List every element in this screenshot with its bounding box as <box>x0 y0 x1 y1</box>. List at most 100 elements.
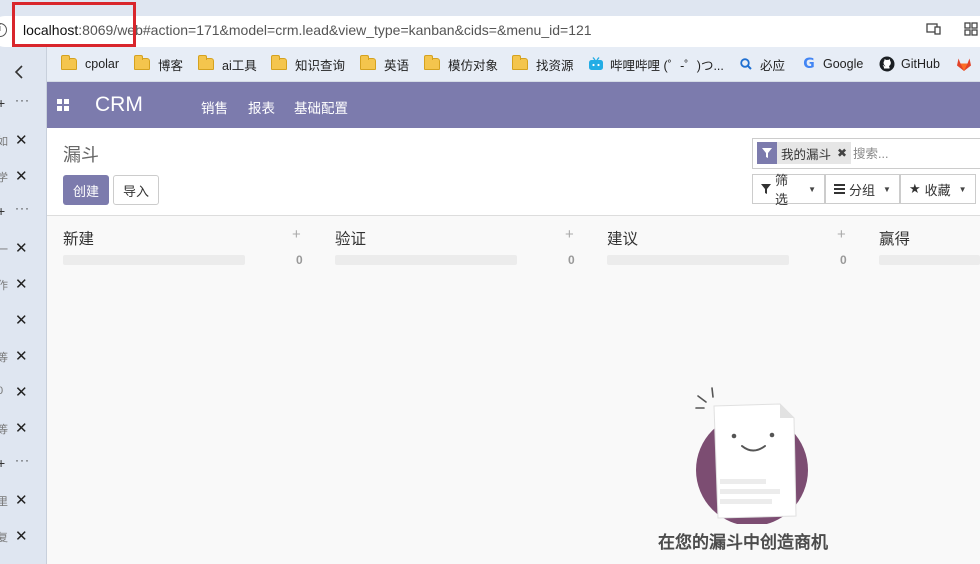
bookmark-blog[interactable]: 博客 <box>134 55 183 73</box>
sidebar-new-tab-row[interactable]: + ··· <box>0 93 46 115</box>
kanban-column-title[interactable]: 新建 <box>63 227 94 249</box>
sidebar-new-tab-row[interactable]: + ··· <box>0 453 46 475</box>
folder-icon <box>61 55 77 70</box>
breadcrumb-title: 漏斗 <box>63 145 99 165</box>
sidebar-tab-row[interactable]: 如 ✕ <box>0 131 46 151</box>
extensions-icon[interactable] <box>963 22 979 39</box>
url-path: :8069/web#action=171&model=crm.lead&view… <box>78 22 592 38</box>
sidebar-tab-label: 复 <box>0 532 8 544</box>
sidebar-tab-row[interactable]: 等 ✕ <box>0 347 46 367</box>
filter-icon <box>761 182 771 197</box>
highlight-box <box>12 2 136 47</box>
sidebar-tab-label: 作 <box>0 280 8 292</box>
create-button[interactable]: 创建 <box>63 175 109 205</box>
kanban-column-count: 0 <box>296 253 303 267</box>
sidebar-tab-label: + <box>0 455 6 471</box>
bookmark-ai-tools[interactable]: ai工具 <box>198 55 257 73</box>
google-icon: G <box>803 56 815 72</box>
kanban-progress-bar <box>335 255 517 265</box>
bookmark-gitlab[interactable] <box>956 56 978 72</box>
folder-icon <box>198 55 214 70</box>
sidebar-tab-row[interactable]: 复 ✕ <box>0 527 46 547</box>
bookmark-bing[interactable]: 必应 <box>738 56 785 73</box>
bookmark-bilibili[interactable]: 哔哩哔哩 (゜-゜)つ... <box>588 56 724 73</box>
close-tab-icon[interactable]: ✕ <box>15 275 28 293</box>
kanban-column-title[interactable]: 验证 <box>335 227 366 249</box>
kanban-column-count: 0 <box>568 253 575 267</box>
sidebar-tab-row[interactable]: ·✕ <box>0 311 46 331</box>
close-tab-icon[interactable]: ✕ <box>15 347 28 365</box>
list-icon <box>834 182 845 197</box>
install-app-icon[interactable] <box>926 22 942 39</box>
sidebar-tab-label: 等 <box>0 424 8 436</box>
collapse-sidebar-icon[interactable] <box>14 64 24 85</box>
menu-sales[interactable]: 销售 <box>201 97 228 117</box>
kanban-column-title[interactable]: 建议 <box>607 227 638 249</box>
group-by-dropdown-button[interactable]: 分组 ▼ <box>825 174 900 204</box>
remove-facet-icon[interactable]: ✖ <box>835 142 851 164</box>
gitlab-icon <box>956 56 972 72</box>
kanban-progress-bar <box>879 255 980 265</box>
sidebar-tab-row[interactable]: 一 ✕ <box>0 239 46 259</box>
kanban-view <box>47 216 980 564</box>
folder-icon <box>360 55 376 70</box>
bookmark-cpolar[interactable]: cpolar <box>61 55 119 72</box>
close-tab-icon[interactable]: ✕ <box>15 491 28 509</box>
bing-search-icon <box>738 56 754 72</box>
bookmark-imitate[interactable]: 模仿对象 <box>424 55 498 73</box>
app-brand[interactable]: CRM <box>95 93 143 117</box>
import-button[interactable]: 导入 <box>113 175 159 205</box>
close-tab-icon[interactable]: ✕ <box>15 239 28 257</box>
sidebar-tab-row[interactable]: 里 ✕ <box>0 491 46 511</box>
menu-configuration[interactable]: 基础配置 <box>294 97 348 117</box>
bookmark-github[interactable]: GitHub <box>879 56 940 72</box>
kanban-column-count: 0 <box>840 253 847 267</box>
sidebar-tab-label: + <box>0 95 6 111</box>
more-options-icon[interactable]: ··· <box>15 201 30 215</box>
apps-menu-icon[interactable] <box>57 99 69 111</box>
sidebar-tab-label: 里 <box>0 496 8 508</box>
sidebar-tab-label: 一 <box>0 244 8 256</box>
caret-down-icon: ▼ <box>883 184 891 194</box>
search-input[interactable] <box>853 145 973 163</box>
sidebar-new-tab-row[interactable]: + ··· <box>0 201 46 223</box>
more-options-icon[interactable]: ··· <box>15 93 30 107</box>
folder-icon <box>424 55 440 70</box>
kanban-progress-bar <box>63 255 245 265</box>
quick-create-plus-icon[interactable]: + <box>837 226 846 243</box>
bilibili-icon <box>588 56 604 72</box>
favorites-dropdown-button[interactable]: ★ 收藏 ▼ <box>900 174 976 204</box>
caret-down-icon: ▼ <box>958 184 967 194</box>
quick-create-plus-icon[interactable]: + <box>565 226 574 243</box>
close-tab-icon[interactable]: ✕ <box>15 527 28 545</box>
filter-icon <box>757 142 777 164</box>
folder-icon <box>134 55 150 70</box>
kanban-column-title[interactable]: 赢得 <box>879 227 910 249</box>
close-tab-icon[interactable]: ✕ <box>15 167 28 185</box>
more-options-icon[interactable]: ··· <box>15 453 30 467</box>
bookmark-english[interactable]: 英语 <box>360 55 409 73</box>
sidebar-tab-row[interactable]: 等 ✕ <box>0 419 46 439</box>
facet-value: 我的漏斗 <box>781 147 832 162</box>
menu-reports[interactable]: 报表 <box>248 97 275 117</box>
sidebar-tab-row[interactable]: 作 ✕ <box>0 275 46 295</box>
github-icon <box>879 56 895 72</box>
star-icon: ★ <box>909 181 921 196</box>
sidebar-tab-label: 学 <box>0 172 8 184</box>
bookmark-knowledge[interactable]: 知识查询 <box>271 55 345 73</box>
bookmark-google[interactable]: G Google <box>801 56 863 72</box>
close-tab-icon[interactable]: ✕ <box>15 311 28 329</box>
kanban-progress-bar <box>607 255 789 265</box>
quick-create-plus-icon[interactable]: + <box>292 226 301 243</box>
filter-dropdown-button[interactable]: 筛选 ▼ <box>752 173 825 207</box>
sidebar-tab-row[interactable]: 学 ✕ <box>0 167 46 187</box>
folder-icon <box>512 55 528 70</box>
close-tab-icon[interactable]: ✕ <box>15 419 28 437</box>
close-tab-icon[interactable]: ✕ <box>15 383 28 401</box>
search-facet: 我的漏斗 ✖ <box>757 142 852 164</box>
empty-helper-text: 在您的漏斗中创造商机 <box>658 533 828 552</box>
bookmark-resources[interactable]: 找资源 <box>512 55 574 73</box>
close-tab-icon[interactable]: ✕ <box>15 131 28 149</box>
sidebar-tab-row[interactable]: 0 ✕ <box>0 383 46 403</box>
folder-icon <box>271 55 287 70</box>
